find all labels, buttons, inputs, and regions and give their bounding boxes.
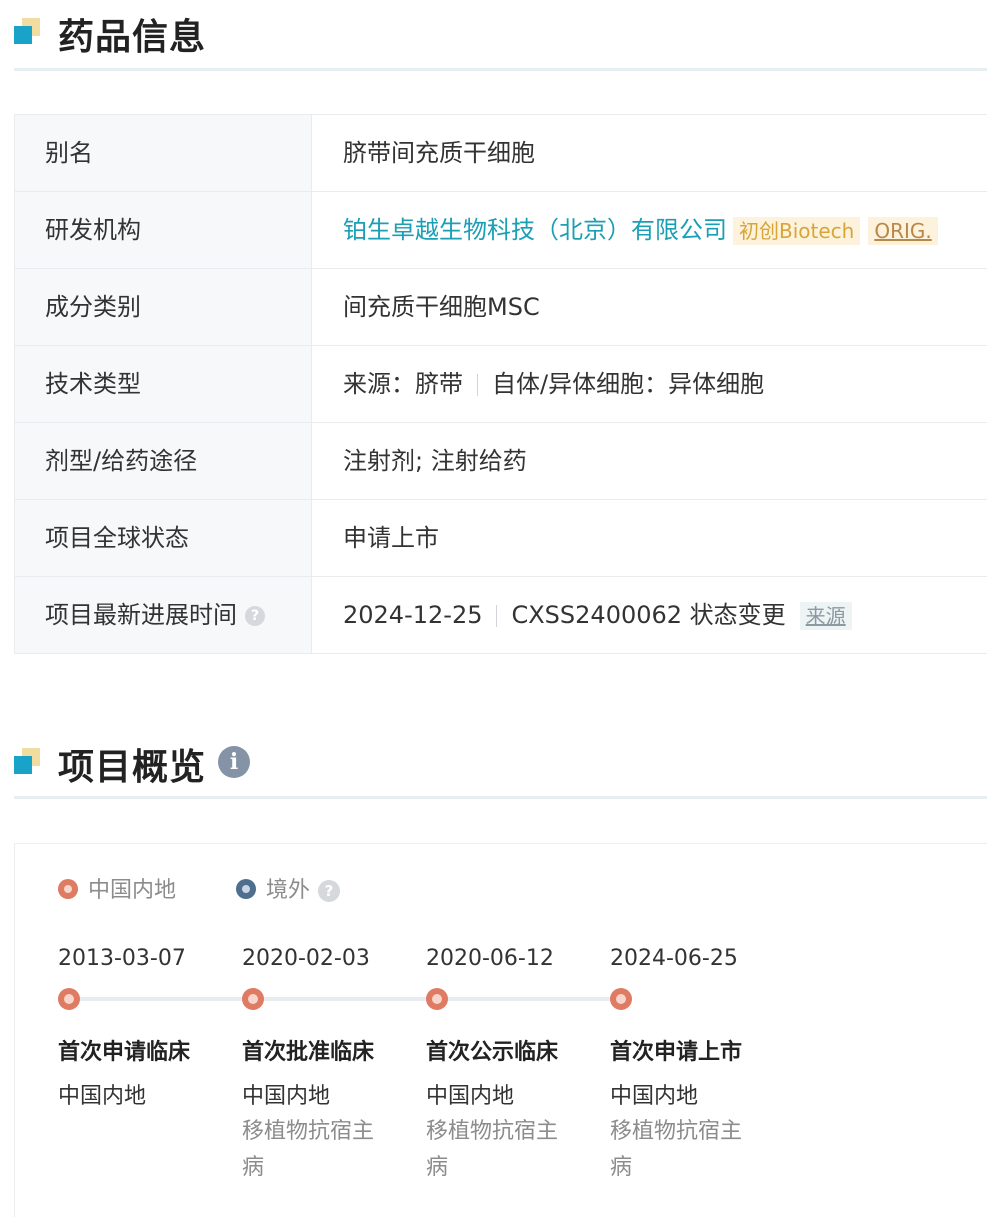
row-label-dosage: 剂型/给药途径 (15, 423, 312, 499)
timeline-dot-icon (242, 988, 264, 1010)
row-value-alias: 脐带间充质干细胞 (343, 139, 535, 167)
row-label-tech-type: 技术类型 (15, 346, 312, 422)
separator (477, 374, 478, 396)
progress-date: 2024-12-25 (343, 601, 483, 629)
source-link[interactable]: 来源 (799, 602, 852, 630)
tech-cell-type: 自体/异体细胞：异体细胞 (492, 370, 765, 398)
row-value-developer: 铂生卓越生物科技（北京）有限公司 初创Biotech ORIG. (313, 192, 987, 268)
timeline-item: 2020-02-03 首次批准临床 中国内地 移植物抗宿主病 (242, 944, 412, 1180)
table-row: 技术类型 来源：脐带 自体/异体细胞：异体细胞 (15, 346, 987, 423)
timeline-indication: 移植物抗宿主病 (242, 1119, 375, 1180)
table-row: 项目全球状态 申请上市 (15, 500, 987, 577)
section-marker-icon (14, 748, 40, 774)
timeline-region: 中国内地 (242, 1084, 331, 1109)
table-row: 项目最新进展时间? 2024-12-25 CXSS2400062 状态变更 来源 (15, 577, 987, 654)
table-row: 研发机构 铂生卓越生物科技（北京）有限公司 初创Biotech ORIG. (15, 192, 987, 269)
help-icon[interactable]: ? (318, 880, 341, 902)
latest-progress-label: 项目最新进展时间 (45, 601, 237, 629)
row-value-dosage: 注射剂; 注射给药 (343, 447, 527, 475)
mainland-dot-icon (58, 879, 78, 899)
table-row: 成分类别 间充质干细胞MSC (15, 269, 987, 346)
row-label-component: 成分类别 (15, 269, 312, 345)
section-divider (14, 796, 987, 799)
drug-info-table: 别名 脐带间充质干细胞 研发机构 铂生卓越生物科技（北京）有限公司 初创Biote… (14, 114, 987, 654)
help-icon[interactable]: ? (245, 606, 265, 626)
timeline-dot-icon (426, 988, 448, 1010)
timeline-date: 2020-06-12 (426, 946, 554, 971)
overview-title: 项目概览 (58, 747, 207, 788)
tech-source: 来源：脐带 (343, 370, 463, 398)
legend-label: 境外 (266, 878, 311, 903)
timeline-region: 中国内地 (58, 1084, 147, 1109)
timeline-region: 中国内地 (610, 1084, 699, 1109)
info-icon[interactable]: i (218, 746, 250, 778)
timeline-dot-icon (58, 988, 80, 1010)
legend-label: 中国内地 (88, 878, 177, 903)
row-label-alias: 别名 (15, 115, 312, 191)
row-label-global-status: 项目全球状态 (15, 500, 312, 576)
biotech-tag: 初创Biotech (733, 217, 861, 245)
timeline-event: 首次批准临床 (242, 1040, 375, 1065)
timeline-event: 首次公示临床 (426, 1040, 559, 1065)
legend-item-overseas[interactable]: 境外? (236, 876, 341, 906)
row-value-component: 间充质干细胞MSC (343, 293, 540, 321)
timeline-item: 2013-03-07 首次申请临床 中国内地 (58, 944, 228, 1109)
section-marker-icon (14, 18, 40, 44)
timeline-indication: 移植物抗宿主病 (610, 1119, 743, 1180)
section-divider (14, 68, 987, 71)
row-label-developer: 研发机构 (15, 192, 312, 268)
separator (496, 605, 498, 627)
timeline-date: 2024-06-25 (610, 946, 738, 971)
overseas-dot-icon (236, 879, 256, 899)
row-value-tech-type: 来源：脐带 自体/异体细胞：异体细胞 (313, 346, 987, 422)
timeline-event: 首次申请上市 (610, 1040, 743, 1065)
developer-link[interactable]: 铂生卓越生物科技（北京）有限公司 (343, 216, 727, 244)
timeline-date: 2020-02-03 (242, 946, 370, 971)
timeline-date: 2013-03-07 (58, 946, 186, 971)
timeline-item: 2024-06-25 首次申请上市 中国内地 移植物抗宿主病 (610, 944, 780, 1180)
orig-tag[interactable]: ORIG. (868, 217, 938, 245)
progress-detail: CXSS2400062 状态变更 (511, 601, 786, 629)
drug-info-title: 药品信息 (58, 17, 207, 58)
timeline-region: 中国内地 (426, 1084, 515, 1109)
row-value-latest-progress: 2024-12-25 CXSS2400062 状态变更 来源 (313, 577, 987, 653)
timeline-indication: 移植物抗宿主病 (426, 1119, 559, 1180)
row-value-global-status: 申请上市 (343, 524, 439, 552)
table-row: 剂型/给药途径 注射剂; 注射给药 (15, 423, 987, 500)
timeline-dot-icon (610, 988, 632, 1010)
table-row: 别名 脐带间充质干细胞 (15, 115, 987, 192)
timeline-item: 2020-06-12 首次公示临床 中国内地 移植物抗宿主病 (426, 944, 596, 1180)
legend-item-mainland[interactable]: 中国内地 (58, 876, 176, 906)
timeline-track (68, 997, 620, 1001)
timeline-event: 首次申请临床 (58, 1040, 191, 1065)
row-label-latest-progress: 项目最新进展时间? (15, 577, 312, 653)
